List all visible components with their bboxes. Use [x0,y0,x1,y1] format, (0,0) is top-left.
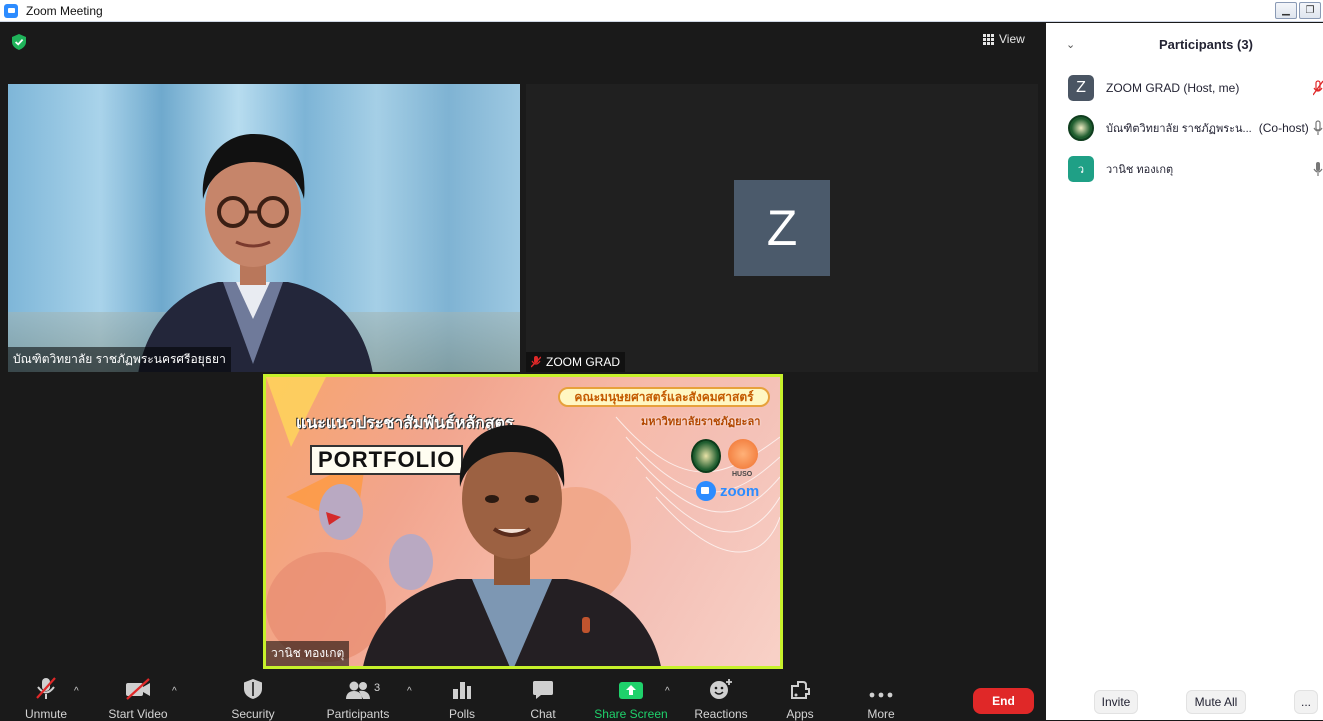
reactions-smiley-icon [710,679,732,699]
participants-panel-header: ⌄ Participants (3) [1046,36,1323,56]
background-banner: คณะมนุษยศาสตร์และสังคมศาสตร์ [558,387,770,407]
meeting-area: View บัณฑิตวิทยาลัย ราชภัฏพระนครศรีอยุธย… [0,23,1046,720]
minimize-button[interactable]: ▁ [1275,2,1297,19]
reactions-button[interactable]: Reactions [692,672,750,721]
view-label: View [999,32,1025,46]
collapse-chevron-icon[interactable]: ⌄ [1066,38,1075,51]
chat-bubble-icon [533,681,553,699]
end-meeting-button[interactable]: End [973,688,1034,714]
participant-row[interactable]: บัณฑิตวิทยาลัย ราชภัฏพระน... (Co-host) [1068,115,1323,141]
mic-muted-icon [36,677,56,699]
more-options-button[interactable]: ... [1294,690,1318,714]
participant-name: ZOOM GRAD (Host, me) [1106,81,1240,95]
audio-options-caret[interactable]: ^ [74,686,79,697]
encryption-shield-icon[interactable] [12,34,26,50]
window-controls: ▁ ❐ [1275,2,1321,19]
participant-name: บัณฑิตวิทยาลัย ราชภัฏพระน... (Co-host) [1106,121,1309,135]
restore-button[interactable]: ❐ [1299,2,1321,19]
zoom-logo: zoom [696,481,759,501]
participant-video-person [138,134,373,372]
avatar [1068,115,1094,141]
mic-icon[interactable] [1313,120,1323,136]
huso-logo-text: HUSO [732,471,753,478]
invite-button[interactable]: Invite [1094,690,1138,714]
chat-button[interactable]: Chat [525,672,561,721]
video-tile-zoom-grad[interactable]: Z ZOOM GRAD [526,84,1038,372]
share-screen-icon [619,682,643,699]
start-video-button[interactable]: Start Video [106,672,170,721]
avatar: Z [1068,75,1094,101]
apps-icon [791,681,810,699]
participants-panel-footer: Invite Mute All ... [1046,690,1323,720]
mic-muted-icon[interactable] [1313,80,1323,96]
polls-button[interactable]: Polls [444,672,480,721]
avatar: Z [734,180,830,276]
participant-name-label: บัณฑิตวิทยาลัย ราชภัฏพระนครศรีอยุธยา [8,347,231,372]
video-off-icon [126,678,150,700]
participant-video-person [363,425,661,666]
meeting-toolbar: Unmute ^ Start Video ^ Security Particip… [0,672,1046,721]
polls-chart-icon [453,682,471,699]
zoom-app-icon [4,3,18,18]
more-dots-icon [869,692,893,698]
participant-name: วานิช ทองเกตุ [1106,164,1174,176]
unmute-button[interactable]: Unmute [22,672,70,721]
participant-role: (Co-host) [1258,121,1309,135]
apps-button[interactable]: Apps [782,672,818,721]
video-options-caret[interactable]: ^ [172,686,177,697]
share-screen-button[interactable]: Share Screen [594,672,668,721]
window-title: Zoom Meeting [26,3,103,18]
security-button[interactable]: Security [228,672,278,721]
grid-view-icon [983,33,994,45]
participants-count-badge: 3 [374,682,381,694]
window-titlebar: Zoom Meeting ▁ ❐ [0,0,1323,22]
participant-name-label: วานิช ทองเกตุ [266,641,350,666]
participant-row[interactable]: Z ZOOM GRAD (Host, me) [1068,75,1323,101]
university-seal-logo [691,439,721,473]
zoom-camera-icon [696,481,716,501]
participants-panel-title: Participants (3) [1159,37,1253,52]
mute-all-button[interactable]: Mute All [1186,690,1246,714]
security-shield-icon [244,679,262,699]
participant-row[interactable]: ว วานิช ทองเกตุ [1068,156,1323,182]
avatar: ว [1068,156,1094,182]
view-button[interactable]: View [983,32,1025,46]
participants-button[interactable]: Participants [326,672,390,721]
more-button[interactable]: More [863,672,899,721]
participants-options-caret[interactable]: ^ [407,686,412,697]
video-tile-college[interactable]: บัณฑิตวิทยาลัย ราชภัฏพระนครศรีอยุธยา [8,84,520,372]
share-options-caret[interactable]: ^ [665,686,670,697]
video-tile-active-speaker[interactable]: แนะแนวประชาสัมพันธ์หลักสูตร PORTFOLIO คณ… [263,374,783,669]
mic-muted-icon [531,356,541,368]
huso-logo [728,439,758,469]
participant-name-label: ZOOM GRAD [526,352,625,372]
participants-icon [346,681,370,699]
participants-panel: ⌄ Participants (3) Z ZOOM GRAD (Host, me… [1046,23,1323,720]
mic-active-icon[interactable] [1313,161,1323,177]
